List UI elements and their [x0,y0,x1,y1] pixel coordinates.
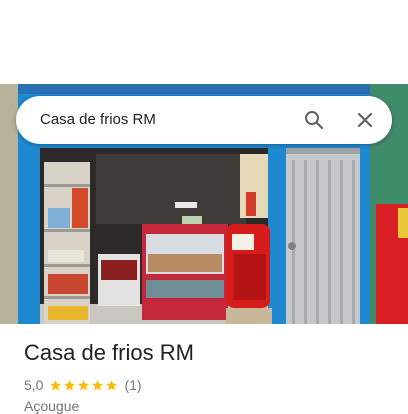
star-rating [49,379,119,392]
place-info-panel: Casa de frios RM 5,0 (1) Açougue [0,324,408,414]
star-icon [92,379,104,390]
star-icon [64,379,76,390]
star-icon [106,379,118,390]
rating-value: 5,0 [24,377,44,393]
star-icon [50,379,62,390]
place-category: Açougue [24,398,80,414]
search-icon[interactable] [302,108,326,132]
star-icon [78,379,90,390]
place-title: Casa de frios RM [24,340,194,365]
map-top-blank [0,0,408,84]
review-count[interactable]: (1) [124,377,141,393]
search-input[interactable]: Casa de frios RM [40,96,156,144]
rating-row[interactable]: 5,0 (1) [24,376,142,394]
close-icon[interactable] [353,108,377,132]
search-bar[interactable]: Casa de frios RM [16,96,392,144]
